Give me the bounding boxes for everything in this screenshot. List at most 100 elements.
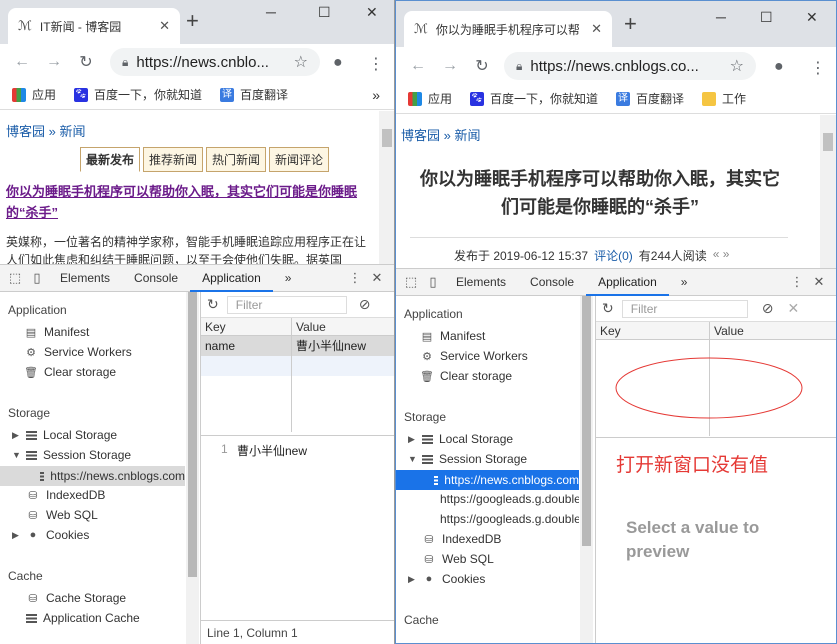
sidebar-indexeddb[interactable]: ⛁ IndexedDB [26, 488, 105, 502]
tab-recommended[interactable]: 推荐新闻 [143, 147, 204, 172]
tab-article[interactable]: ℳ 你以为睡眠手机程序可以帮 ✕ [404, 11, 612, 47]
sidebar-manifest[interactable]: ▤ Manifest [24, 325, 90, 339]
tab-elements[interactable]: Elements [48, 265, 122, 292]
expand-arrow-icon[interactable]: ▶ [12, 430, 20, 441]
bookmark-apps[interactable]: 应用 [408, 90, 452, 107]
close-window-icon[interactable]: ✕ [806, 9, 818, 26]
tab-console[interactable]: Console [518, 269, 586, 296]
bookmark-star-icon[interactable]: ☆ [294, 52, 308, 72]
sidebar-clear-storage[interactable]: 🗑︎ Clear storage [24, 365, 116, 379]
refresh-icon[interactable]: ↻ [207, 296, 219, 313]
filter-input[interactable]: Filter [621, 299, 748, 318]
sidebar-session-storage[interactable]: ▼ Session Storage [408, 452, 527, 466]
expand-arrow-icon[interactable]: ▶ [408, 434, 416, 445]
sidebar-session-origin[interactable]: https://googleads.g.doubleclick.net [434, 512, 579, 526]
profile-icon[interactable]: ● [774, 58, 784, 76]
bookmark-baidu[interactable]: 🐾︎ 百度一下，你就知道 [470, 90, 598, 107]
sidebar-service-workers[interactable]: ⚙︎ Service Workers [420, 349, 528, 363]
comments-link[interactable]: 评论(0) [594, 247, 633, 264]
table-row[interactable]: name 曹小半仙new [201, 336, 394, 356]
maximize-icon[interactable]: ☐ [760, 9, 773, 26]
sidebar-session-storage[interactable]: ▼ Session Storage [12, 448, 131, 462]
sidebar-websql[interactable]: ⛁ Web SQL [422, 552, 493, 566]
collapse-arrow-icon[interactable]: ▼ [408, 454, 417, 464]
sidebar-service-workers[interactable]: ⚙︎ Service Workers [24, 345, 132, 359]
inspect-icon[interactable]: ⬚ [400, 274, 422, 290]
table-row-empty[interactable] [201, 356, 394, 376]
sidebar-session-origin-selected[interactable]: https://news.cnblogs.com [396, 470, 579, 490]
menu-icon[interactable]: ⋮ [810, 58, 826, 78]
more-tabs-icon[interactable]: » [669, 269, 700, 296]
filter-input[interactable]: Filter [226, 295, 347, 314]
device-toolbar-icon[interactable]: ▯ [422, 274, 444, 290]
sidebar-local-storage[interactable]: ▶ Local Storage [12, 428, 117, 442]
column-key[interactable]: Key [596, 322, 710, 339]
device-toolbar-icon[interactable]: ▯ [26, 270, 48, 286]
sidebar-cookies[interactable]: ▶ ● Cookies [408, 572, 485, 586]
reload-icon[interactable]: ↻ [466, 56, 498, 76]
bookmark-apps[interactable]: 应用 [12, 86, 56, 103]
maximize-icon[interactable]: ☐ [318, 4, 331, 21]
delete-selected-icon[interactable]: ✕ [787, 300, 799, 317]
sidebar-application-cache[interactable]: Application Cache [26, 611, 140, 625]
close-devtools-icon[interactable]: ✕ [808, 274, 830, 290]
back-icon[interactable]: ← [402, 57, 434, 75]
expand-arrow-icon[interactable]: ▶ [408, 574, 416, 585]
close-tab-icon[interactable]: ✕ [591, 21, 602, 37]
back-icon[interactable]: ← [6, 53, 38, 71]
tab-latest[interactable]: 最新发布 [80, 147, 141, 172]
sidebar-cookies[interactable]: ▶ ● Cookies [12, 528, 89, 542]
sidebar-indexeddb[interactable]: ⛁ IndexedDB [422, 532, 501, 546]
page-scrollbar[interactable] [820, 115, 836, 269]
clear-all-icon[interactable]: ⊘ [359, 296, 371, 313]
minimize-icon[interactable]: ─ [266, 4, 276, 20]
minimize-icon[interactable]: ─ [716, 9, 726, 25]
tab-elements[interactable]: Elements [444, 269, 518, 296]
column-value[interactable]: Value [292, 318, 326, 335]
close-devtools-icon[interactable]: ✕ [366, 270, 388, 286]
bookmark-star-icon[interactable]: ☆ [730, 56, 744, 76]
address-bar[interactable]: 🔒︎ https://news.cnblogs.co... ☆ [504, 52, 756, 80]
tab-application[interactable]: Application [586, 269, 669, 296]
tab-it-news[interactable]: ℳ IT新闻 - 博客园 ✕ [8, 8, 180, 44]
inspect-icon[interactable]: ⬚ [4, 270, 26, 286]
tab-console[interactable]: Console [122, 265, 190, 292]
expand-arrow-icon[interactable]: ▶ [12, 530, 20, 541]
new-tab-icon[interactable]: + [186, 10, 199, 32]
close-tab-icon[interactable]: ✕ [159, 18, 170, 34]
address-bar[interactable]: 🔒︎ https://news.cnblo... ☆ [110, 48, 320, 76]
bookmark-baidu[interactable]: 🐾︎ 百度一下，你就知道 [74, 86, 202, 103]
refresh-icon[interactable]: ↻ [602, 300, 614, 317]
reload-icon[interactable]: ↻ [70, 52, 102, 72]
forward-icon[interactable]: → [434, 57, 466, 75]
devtools-menu-icon[interactable]: ⋮ [786, 274, 808, 290]
more-tabs-icon[interactable]: » [273, 265, 304, 292]
column-value[interactable]: Value [710, 322, 744, 339]
sidebar-cache-storage[interactable]: ⛁ Cache Storage [26, 591, 126, 605]
column-key[interactable]: Key [201, 318, 292, 335]
bookmark-baidu-translate[interactable]: 译百度翻译 [616, 90, 684, 107]
profile-icon[interactable]: ● [333, 54, 343, 72]
clear-all-icon[interactable]: ⊘ [762, 300, 774, 317]
sidebar-clear-storage[interactable]: 🗑︎ Clear storage [420, 369, 512, 383]
bookmarks-overflow[interactable]: » [372, 87, 380, 103]
forward-icon[interactable]: → [38, 53, 70, 71]
collapse-arrow-icon[interactable]: ▼ [12, 450, 21, 460]
tab-hot[interactable]: 热门新闻 [206, 147, 267, 172]
sidebar-session-origin[interactable]: https://googleads.g.doubleclick.net [434, 492, 579, 506]
bookmark-baidu-translate[interactable]: 译百度翻译 [220, 86, 288, 103]
tab-application[interactable]: Application [190, 265, 273, 292]
breadcrumb[interactable]: 博客园 » 新闻 [401, 125, 480, 144]
new-tab-icon[interactable]: + [624, 13, 637, 35]
devtools-menu-icon[interactable]: ⋮ [344, 270, 366, 286]
sidebar-scrollbar[interactable] [580, 296, 593, 643]
sidebar-session-origin[interactable]: https://news.cnblogs.com [0, 466, 185, 486]
breadcrumb[interactable]: 博客园 » 新闻 [6, 121, 85, 140]
sidebar-scrollbar[interactable] [186, 292, 199, 644]
headline-link[interactable]: 你以为睡眠手机程序可以帮助你入眠，其实它们可能是你睡眠的“杀手” [6, 181, 366, 223]
tab-comments[interactable]: 新闻评论 [269, 147, 330, 172]
menu-icon[interactable]: ⋮ [368, 54, 384, 74]
page-scrollbar[interactable] [379, 111, 394, 266]
sidebar-local-storage[interactable]: ▶ Local Storage [408, 432, 513, 446]
sidebar-manifest[interactable]: ▤ Manifest [420, 329, 486, 343]
